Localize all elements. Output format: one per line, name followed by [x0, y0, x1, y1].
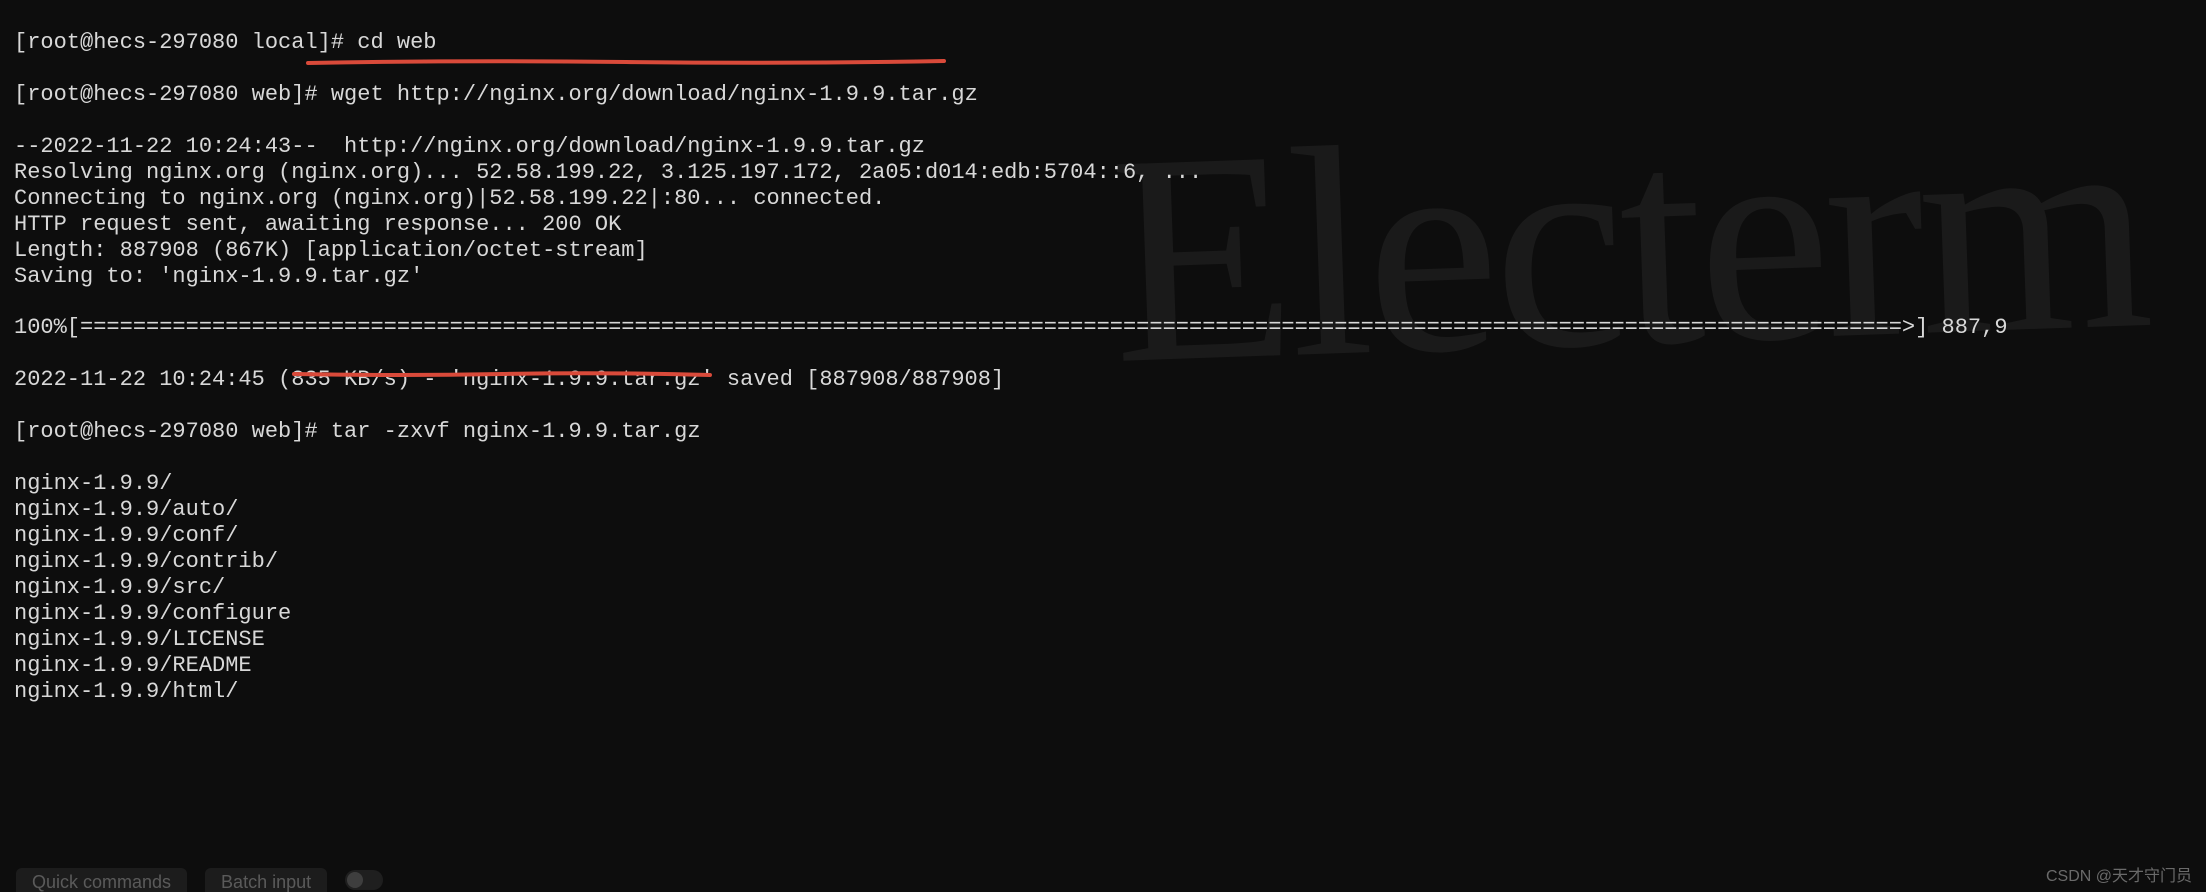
wget-progress-bar: 100%[===================================… — [14, 315, 2008, 340]
terminal-output[interactable]: [root@hecs-297080 local]# cd web [root@h… — [0, 0, 2206, 705]
tar-output-line: nginx-1.9.9/conf/ — [14, 523, 238, 548]
toggle-switch[interactable] — [345, 870, 383, 890]
attribution-text: CSDN @天才守门员 — [2046, 862, 2192, 886]
wget-output-line: --2022-11-22 10:24:43-- http://nginx.org… — [14, 134, 925, 159]
wget-output-line: Length: 887908 (867K) [application/octet… — [14, 238, 648, 263]
shell-prompt: [root@hecs-297080 web]# — [14, 419, 331, 444]
shell-command-tar: tar -zxvf nginx-1.9.9.tar.gz — [331, 419, 701, 444]
wget-output-line: Resolving nginx.org (nginx.org)... 52.58… — [14, 160, 1202, 185]
batch-input-label: Batch input — [221, 872, 311, 892]
shell-command-wget: wget http://nginx.org/download/nginx-1.9… — [331, 82, 978, 107]
quick-commands-button[interactable]: Quick commands — [16, 868, 187, 892]
tar-output-line: nginx-1.9.9/auto/ — [14, 497, 238, 522]
wget-output-line: HTTP request sent, awaiting response... … — [14, 212, 621, 237]
wget-output-line: Saving to: 'nginx-1.9.9.tar.gz' — [14, 264, 423, 289]
blank-line — [14, 289, 27, 314]
tar-output-line: nginx-1.9.9/contrib/ — [14, 549, 278, 574]
quick-commands-label: Quick commands — [32, 872, 171, 892]
blank-line — [14, 341, 27, 366]
tar-output-line: nginx-1.9.9/README — [14, 653, 252, 678]
tar-output-line: nginx-1.9.9/configure — [14, 601, 291, 626]
wget-output-line: Connecting to nginx.org (nginx.org)|52.5… — [14, 186, 885, 211]
shell-command-cd: cd web — [357, 30, 436, 55]
bottom-toolbar: Quick commands Batch input — [0, 856, 2206, 892]
tar-output-line: nginx-1.9.9/ — [14, 471, 172, 496]
wget-done-line: 2022-11-22 10:24:45 (835 KB/s) - 'nginx-… — [14, 367, 1004, 392]
blank-line — [14, 393, 27, 418]
batch-input-button[interactable]: Batch input — [205, 868, 327, 892]
tar-output-line: nginx-1.9.9/LICENSE — [14, 627, 265, 652]
shell-prompt: [root@hecs-297080 local]# — [14, 30, 357, 55]
tar-output-line: nginx-1.9.9/src/ — [14, 575, 225, 600]
tar-output-line: nginx-1.9.9/html/ — [14, 679, 238, 704]
shell-prompt: [root@hecs-297080 web]# — [14, 82, 331, 107]
